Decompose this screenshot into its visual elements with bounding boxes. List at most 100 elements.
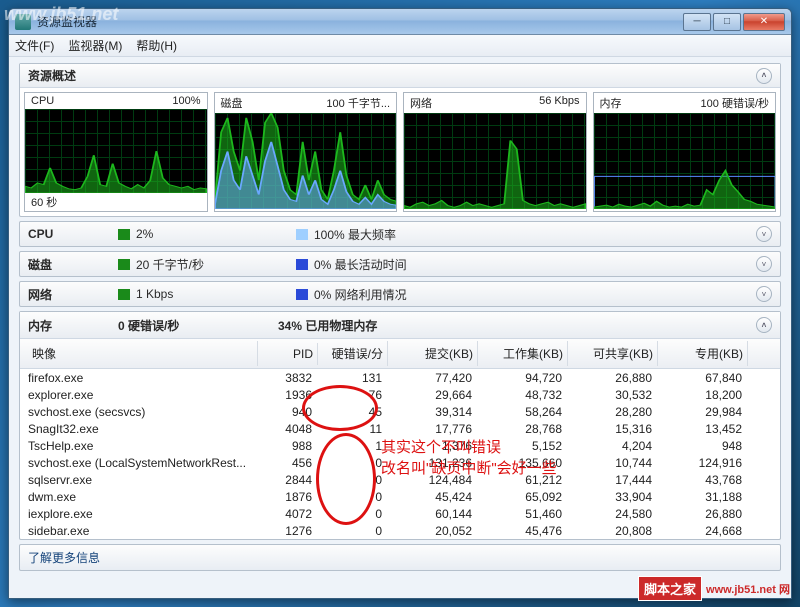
memory-header[interactable]: 内存 0 硬错误/秒 34% 已用物理内存 ˄ xyxy=(20,312,780,338)
more-info-link[interactable]: 了解更多信息 xyxy=(19,544,781,571)
collapse-icon[interactable]: ˄ xyxy=(756,68,772,84)
table-row[interactable]: explorer.exe 1936 76 29,664 48,732 30,53… xyxy=(20,386,780,403)
app-icon xyxy=(15,14,31,30)
cell-priv: 24,668 xyxy=(658,524,748,538)
maximize-button[interactable]: □ xyxy=(713,13,741,31)
expand-icon[interactable]: ˅ xyxy=(756,256,772,272)
graph-scale: 100 硬错误/秒 xyxy=(701,95,769,111)
cell-pid: 2844 xyxy=(258,473,318,487)
minimize-button[interactable]: ─ xyxy=(683,13,711,31)
content-area: 资源概述 ˄ CPU100%60 秒磁盘100 千字节...网络56 Kbps内… xyxy=(9,57,791,598)
cell-work: 48,732 xyxy=(478,388,568,402)
expand-icon[interactable]: ˅ xyxy=(756,286,772,302)
cell-commit: 124,484 xyxy=(388,473,478,487)
menubar: 文件(F) 监视器(M) 帮助(H) xyxy=(9,35,791,57)
cell-image: firefox.exe xyxy=(28,371,258,385)
cell-commit: 60,144 xyxy=(388,507,478,521)
disk-val2: 0% 最长活动时间 xyxy=(314,256,407,273)
table-row[interactable]: dwm.exe 1876 0 45,424 65,092 33,904 31,1… xyxy=(20,488,780,505)
graph-name: 磁盘 xyxy=(221,95,243,111)
table-row[interactable]: sqlservr.exe 2844 0 124,484 61,212 17,44… xyxy=(20,471,780,488)
col-image[interactable]: 映像 xyxy=(28,341,258,366)
swatch-icon xyxy=(296,259,308,270)
cell-priv: 26,880 xyxy=(658,507,748,521)
graph-name: 内存 xyxy=(600,95,622,111)
cell-image: sqlservr.exe xyxy=(28,473,258,487)
memory-section: 内存 0 硬错误/秒 34% 已用物理内存 ˄ 映像 PID 硬错误/分 提交(… xyxy=(19,311,781,540)
cpu-stat-row[interactable]: CPU 2% 100% 最大频率 ˅ xyxy=(19,221,781,247)
disk-val1: 20 千字节/秒 xyxy=(136,256,296,273)
cell-share: 26,880 xyxy=(568,371,658,385)
cell-pid: 988 xyxy=(258,439,318,453)
cell-image: svchost.exe (secsvcs) xyxy=(28,405,258,419)
cell-share: 30,532 xyxy=(568,388,658,402)
cell-pid: 4072 xyxy=(258,507,318,521)
cell-pid: 456 xyxy=(258,456,318,470)
table-header[interactable]: 映像 PID 硬错误/分 提交(KB) 工作集(KB) 可共享(KB) 专用(K… xyxy=(20,338,780,369)
table-row[interactable]: SnagIt32.exe 4048 11 17,776 28,768 15,31… xyxy=(20,420,780,437)
net-val2: 0% 网络利用情况 xyxy=(314,286,407,303)
collapse-icon[interactable]: ˄ xyxy=(756,317,772,333)
swatch-icon xyxy=(296,289,308,300)
cell-priv: 29,984 xyxy=(658,405,748,419)
main-window: 资源监视器 ─ □ ✕ 文件(F) 监视器(M) 帮助(H) 资源概述 ˄ CP… xyxy=(8,8,792,599)
memory-label: 内存 xyxy=(28,317,118,334)
cell-work: 65,092 xyxy=(478,490,568,504)
cell-hf: 131 xyxy=(318,371,388,385)
col-private[interactable]: 专用(KB) xyxy=(658,341,748,366)
cell-share: 4,204 xyxy=(568,439,658,453)
cell-work: 28,768 xyxy=(478,422,568,436)
cell-image: TscHelp.exe xyxy=(28,439,258,453)
graph-panel-cpu: CPU100%60 秒 xyxy=(24,92,208,212)
cell-priv: 13,452 xyxy=(658,422,748,436)
col-share[interactable]: 可共享(KB) xyxy=(568,341,658,366)
menu-monitor[interactable]: 监视器(M) xyxy=(68,37,122,54)
expand-icon[interactable]: ˅ xyxy=(756,226,772,242)
cell-share: 33,904 xyxy=(568,490,658,504)
titlebar[interactable]: 资源监视器 ─ □ ✕ xyxy=(9,9,791,35)
cell-image: sidebar.exe xyxy=(28,524,258,538)
cell-hf: 0 xyxy=(318,524,388,538)
close-button[interactable]: ✕ xyxy=(743,13,785,31)
table-row[interactable]: iexplore.exe 4072 0 60,144 51,460 24,580… xyxy=(20,505,780,522)
table-row[interactable]: svchost.exe (LocalSystemNetworkRest... 4… xyxy=(20,454,780,471)
cell-share: 15,316 xyxy=(568,422,658,436)
cell-commit: 77,420 xyxy=(388,371,478,385)
cell-pid: 1276 xyxy=(258,524,318,538)
disk-stat-row[interactable]: 磁盘 20 千字节/秒 0% 最长活动时间 ˅ xyxy=(19,251,781,277)
graph-name: 网络 xyxy=(410,95,432,111)
cell-share: 24,580 xyxy=(568,507,658,521)
cell-work: 51,460 xyxy=(478,507,568,521)
col-pid[interactable]: PID xyxy=(258,343,318,365)
cell-work: 58,264 xyxy=(478,405,568,419)
cell-pid: 940 xyxy=(258,405,318,419)
table-row[interactable]: sidebar.exe 1276 0 20,052 45,476 20,808 … xyxy=(20,522,780,539)
menu-file[interactable]: 文件(F) xyxy=(15,37,54,54)
cell-work: 94,720 xyxy=(478,371,568,385)
cell-image: explorer.exe xyxy=(28,388,258,402)
table-row[interactable]: svchost.exe (secsvcs) 940 45 39,314 58,2… xyxy=(20,403,780,420)
swatch-icon xyxy=(118,259,130,270)
swatch-icon xyxy=(296,229,308,240)
cpu-val2: 100% 最大频率 xyxy=(314,226,396,243)
cell-pid: 4048 xyxy=(258,422,318,436)
col-hardfault[interactable]: 硬错误/分 xyxy=(318,341,388,366)
cell-share: 17,444 xyxy=(568,473,658,487)
overview-header[interactable]: 资源概述 ˄ xyxy=(20,64,780,88)
graph-panel-磁盘: 磁盘100 千字节... xyxy=(214,92,398,212)
memory-val1: 0 硬错误/秒 xyxy=(118,317,278,334)
col-working[interactable]: 工作集(KB) xyxy=(478,341,568,366)
cell-priv: 67,840 xyxy=(658,371,748,385)
cell-image: iexplore.exe xyxy=(28,507,258,521)
col-commit[interactable]: 提交(KB) xyxy=(388,341,478,366)
cell-hf: 45 xyxy=(318,405,388,419)
net-stat-row[interactable]: 网络 1 Kbps 0% 网络利用情况 ˅ xyxy=(19,281,781,307)
table-row[interactable]: firefox.exe 3832 131 77,420 94,720 26,88… xyxy=(20,369,780,386)
swatch-icon xyxy=(118,289,130,300)
net-label: 网络 xyxy=(28,286,118,303)
memory-table: 映像 PID 硬错误/分 提交(KB) 工作集(KB) 可共享(KB) 专用(K… xyxy=(20,338,780,539)
cell-commit: 29,664 xyxy=(388,388,478,402)
menu-help[interactable]: 帮助(H) xyxy=(136,37,177,54)
cell-share: 20,808 xyxy=(568,524,658,538)
table-row[interactable]: TscHelp.exe 988 1 1,376 5,152 4,204 948 xyxy=(20,437,780,454)
